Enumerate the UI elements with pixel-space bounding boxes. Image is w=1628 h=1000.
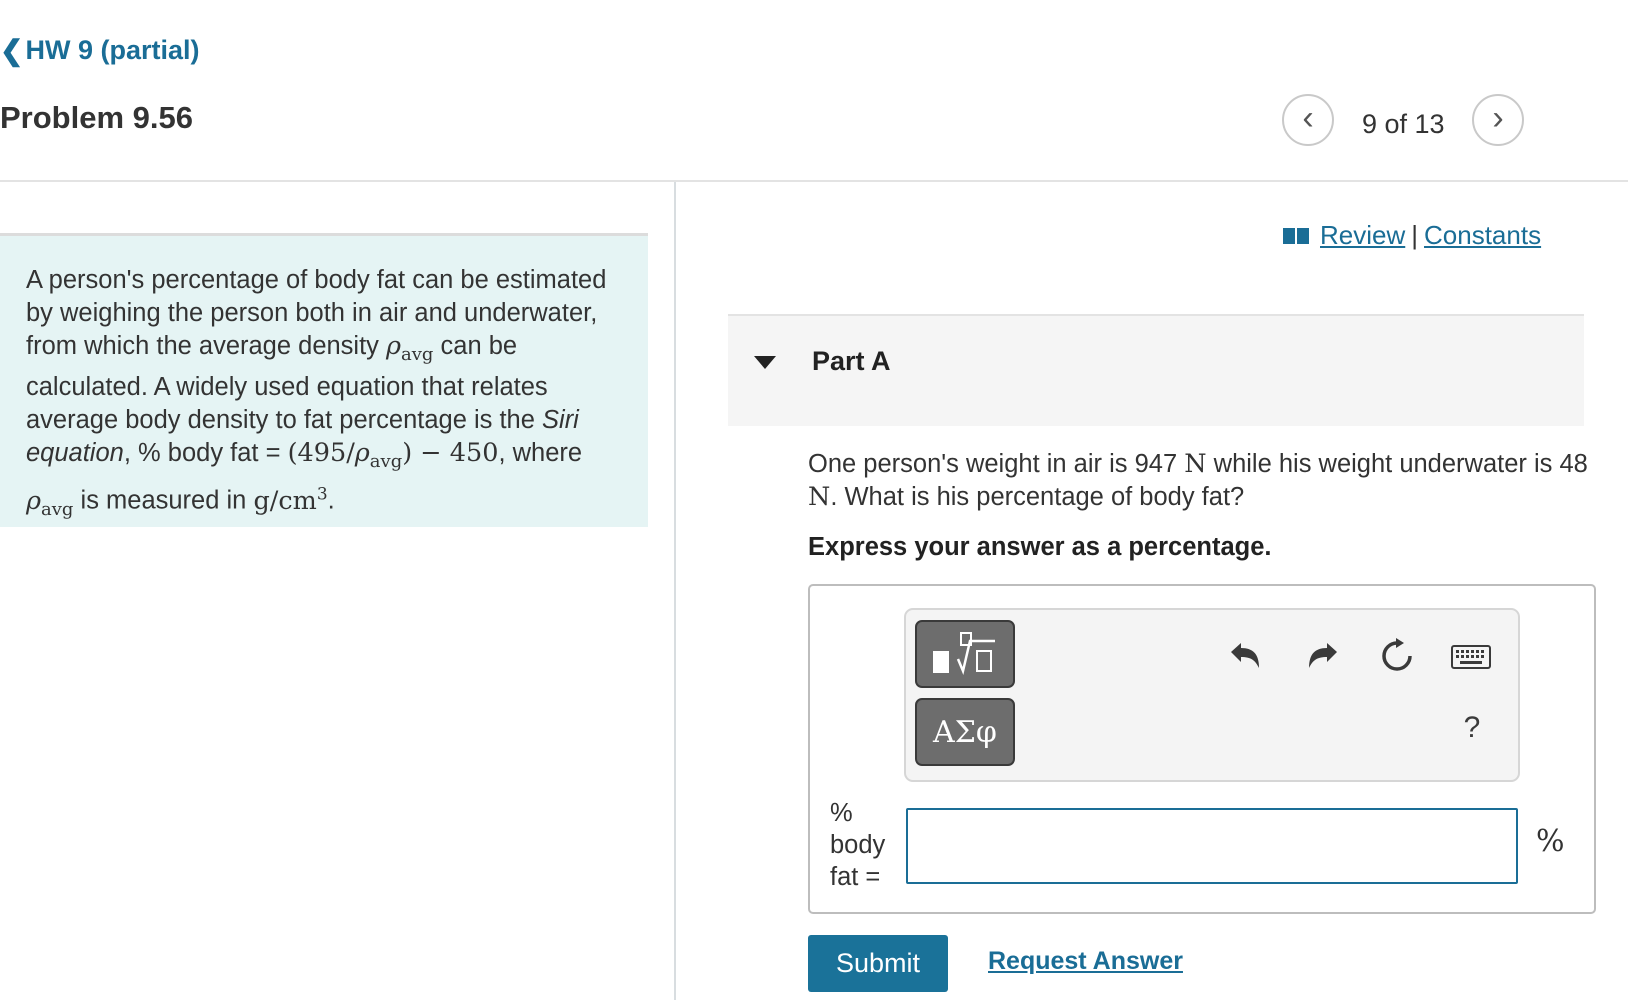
problem-counter: 9 of 13: [1362, 109, 1445, 139]
context-text: is measured in: [73, 486, 254, 515]
context-text: , % body fat =: [123, 439, 288, 468]
answer-unit: %: [1536, 824, 1565, 859]
chevron-left-icon: ❮: [0, 35, 24, 66]
reset-icon: [1382, 638, 1412, 671]
chevron-left-icon: ‹: [1302, 99, 1314, 137]
help-icon: ?: [1463, 711, 1481, 744]
resource-links: Review | Constants: [1282, 220, 1541, 251]
part-label: Part A: [812, 346, 891, 376]
context-text: , where: [498, 439, 583, 468]
reset-button[interactable]: [1374, 634, 1420, 678]
redo-icon: [1309, 643, 1337, 668]
problem-title: Problem 9.56: [0, 100, 193, 135]
question-text: One person's weight in air is 947 N whil…: [808, 449, 1588, 512]
keyboard-button[interactable]: [1450, 640, 1492, 674]
answer-label: % body fat =: [830, 799, 886, 891]
part-a-header[interactable]: Part A: [728, 314, 1584, 426]
previous-problem-button[interactable]: ‹: [1282, 94, 1334, 146]
redo-button[interactable]: [1300, 636, 1346, 676]
collapse-caret-icon[interactable]: [754, 356, 776, 369]
column-divider: [674, 182, 676, 1000]
siri-equation: (495/ρavg) − 450: [287, 438, 499, 473]
next-problem-button[interactable]: ›: [1472, 94, 1524, 146]
context-text: A person's percentage of body fat can be…: [26, 266, 607, 360]
problem-context-panel: A person's percentage of body fat can be…: [0, 233, 648, 527]
context-text: .: [327, 486, 335, 515]
chevron-right-icon: ›: [1492, 99, 1504, 137]
submit-button[interactable]: Submit: [808, 935, 948, 992]
constants-link[interactable]: Constants: [1424, 220, 1541, 251]
body-fat-answer-input[interactable]: [906, 808, 1518, 884]
help-button[interactable]: ?: [1456, 708, 1488, 748]
undo-button[interactable]: [1222, 636, 1268, 676]
back-to-assignment-link[interactable]: ❮ HW 9 (partial): [0, 34, 199, 67]
greek-symbols-button[interactable]: ΑΣφ: [915, 698, 1015, 766]
review-link[interactable]: Review: [1320, 220, 1405, 251]
answer-instruction: Express your answer as a percentage.: [808, 533, 1272, 561]
template-icon: [933, 632, 995, 676]
undo-icon: [1231, 643, 1259, 668]
request-answer-link[interactable]: Request Answer: [988, 947, 1183, 976]
rho-symbol: ρavg: [26, 485, 74, 520]
header-divider: [0, 180, 1628, 182]
keyboard-icon: [1451, 645, 1491, 669]
links-separator: |: [1411, 220, 1419, 250]
greek-letters-label: ΑΣφ: [933, 714, 997, 750]
back-link-label: HW 9 (partial): [25, 35, 200, 65]
density-units: g/cm3: [253, 484, 328, 516]
rho-symbol: ρavg: [386, 331, 434, 366]
book-icon: [1283, 227, 1309, 244]
templates-button[interactable]: [915, 620, 1015, 688]
